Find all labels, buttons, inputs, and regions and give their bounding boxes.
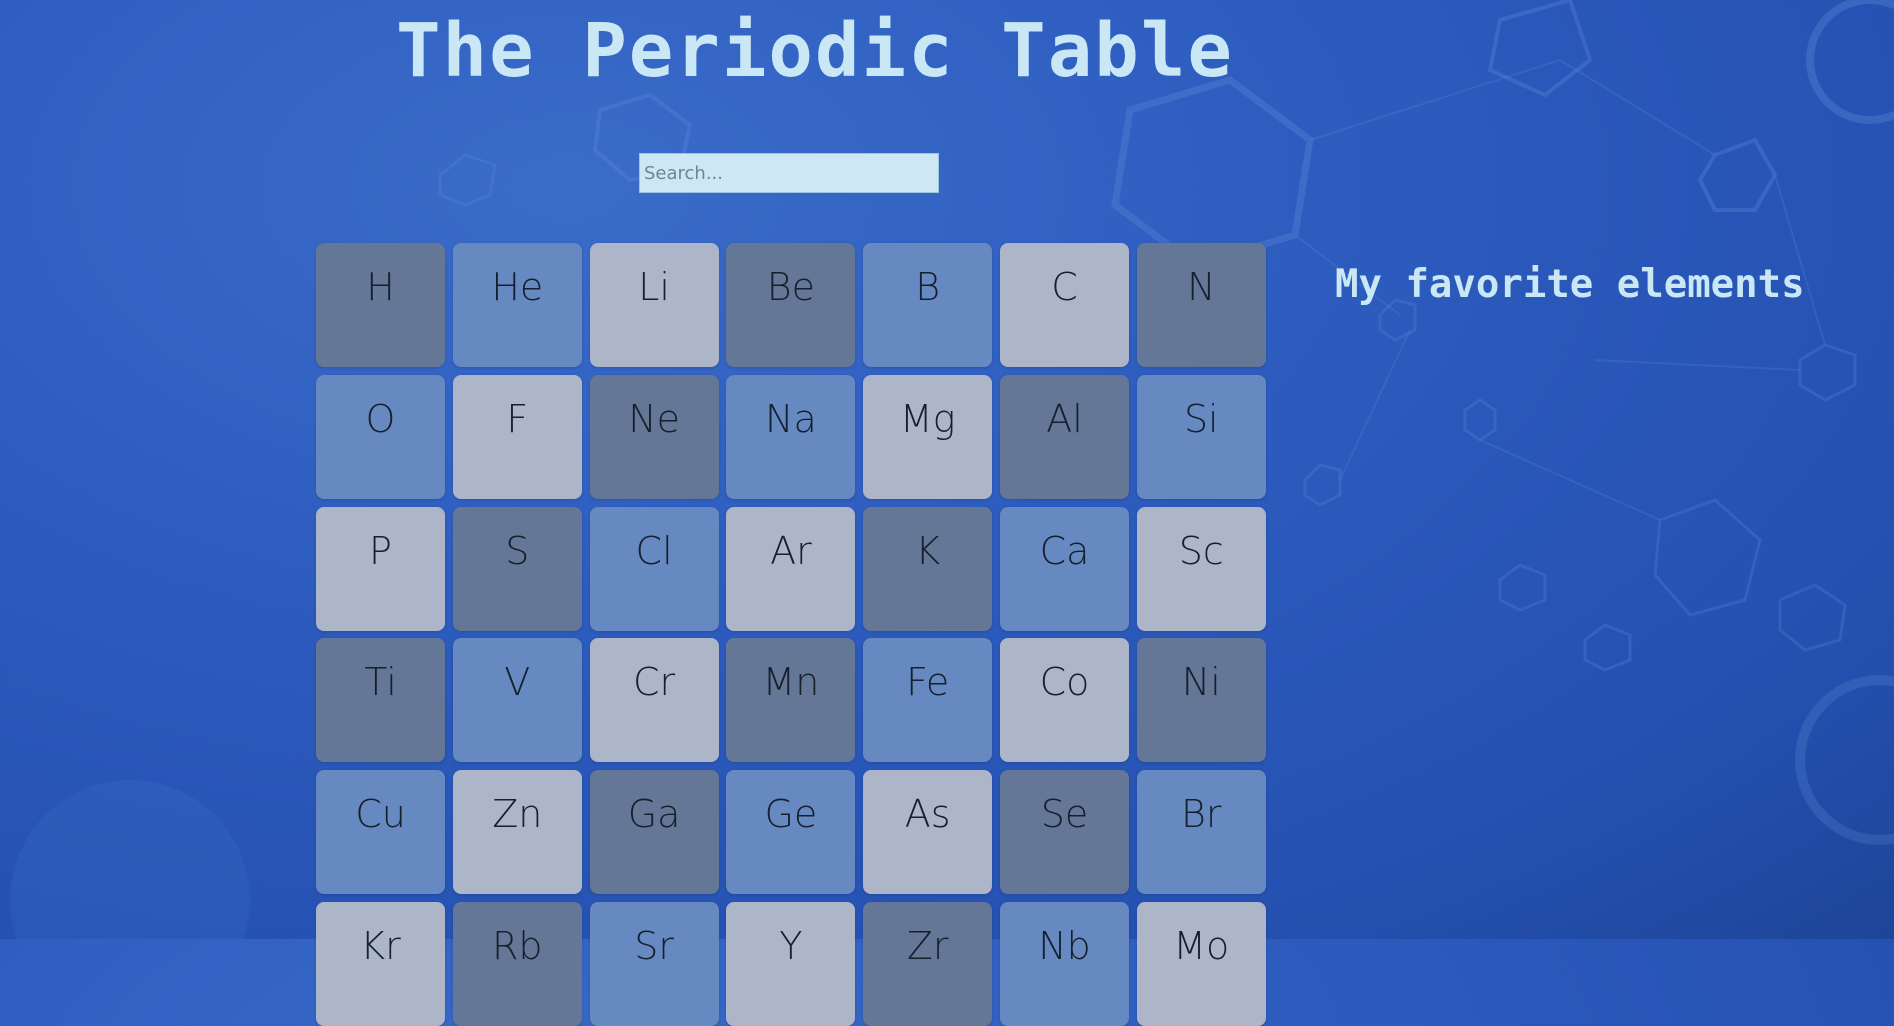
element-symbol: Y — [779, 923, 803, 968]
element-symbol: F — [506, 396, 529, 441]
element-tile-h[interactable]: H — [316, 243, 445, 367]
element-symbol: Cu — [355, 792, 406, 837]
element-symbol: He — [491, 265, 544, 309]
element-tile-p[interactable]: P — [316, 506, 445, 631]
element-symbol: Sr — [634, 923, 674, 968]
element-symbol: C — [1051, 265, 1078, 309]
element-symbol: Rb — [492, 923, 543, 968]
element-tile-ge[interactable]: Ge — [726, 770, 856, 895]
element-tile-ca[interactable]: Ca — [999, 506, 1129, 631]
element-symbol: Br — [1181, 792, 1222, 837]
element-tile-y[interactable]: Y — [726, 901, 856, 1026]
element-symbol: Cl — [635, 528, 673, 573]
element-symbol: Al — [1046, 396, 1083, 441]
element-tile-ar[interactable]: Ar — [726, 506, 856, 631]
element-tile-nb[interactable]: Nb — [999, 901, 1129, 1026]
element-symbol: Ca — [1039, 528, 1090, 573]
element-symbol: O — [365, 396, 396, 441]
element-tile-c[interactable]: C — [999, 243, 1129, 367]
element-symbol: Nb — [1038, 923, 1091, 968]
element-tile-br[interactable]: Br — [1136, 770, 1266, 895]
element-symbol: Ar — [770, 528, 812, 573]
element-tile-k[interactable]: K — [863, 506, 993, 631]
element-symbol: Fe — [906, 660, 950, 705]
element-tile-fe[interactable]: Fe — [863, 638, 993, 763]
element-tile-se[interactable]: Se — [999, 770, 1129, 895]
element-tile-cu[interactable]: Cu — [316, 770, 445, 895]
element-symbol: Sc — [1178, 528, 1224, 573]
element-tile-mo[interactable]: Mo — [1136, 901, 1266, 1026]
element-tile-rb[interactable]: Rb — [452, 901, 582, 1026]
element-symbol: Mo — [1173, 923, 1230, 968]
element-tile-ti[interactable]: Ti — [316, 638, 445, 763]
element-tile-zr[interactable]: Zr — [863, 901, 993, 1026]
element-symbol: B — [915, 265, 941, 309]
element-symbol: Si — [1183, 396, 1219, 441]
element-symbol: Be — [766, 265, 816, 309]
element-tile-ga[interactable]: Ga — [589, 770, 719, 895]
element-symbol: K — [915, 528, 941, 573]
favorites-title: My favorite elements — [1335, 262, 1805, 307]
element-symbol: V — [504, 660, 531, 705]
element-tile-v[interactable]: V — [452, 638, 582, 763]
element-tile-s[interactable]: S — [452, 506, 582, 631]
element-tile-cr[interactable]: Cr — [589, 638, 719, 763]
element-tile-ne[interactable]: Ne — [589, 374, 719, 499]
element-symbol: H — [366, 265, 395, 309]
element-symbol: Mn — [762, 660, 820, 705]
element-tile-n[interactable]: N — [1136, 243, 1266, 367]
element-tile-cl[interactable]: Cl — [589, 506, 719, 631]
element-symbol: Zr — [906, 923, 949, 968]
element-tile-sr[interactable]: Sr — [589, 901, 719, 1026]
element-tile-as[interactable]: As — [863, 770, 993, 895]
element-symbol: Ti — [364, 660, 397, 705]
element-symbol: Ga — [627, 792, 681, 837]
element-tile-li[interactable]: Li — [589, 243, 719, 367]
element-tile-sc[interactable]: Sc — [1136, 506, 1266, 631]
element-symbol: Kr — [360, 923, 401, 968]
element-symbol: As — [904, 792, 951, 837]
element-tile-si[interactable]: Si — [1136, 374, 1266, 499]
element-tile-he[interactable]: He — [452, 243, 582, 367]
element-tile-o[interactable]: O — [316, 374, 445, 499]
element-symbol: Mg — [899, 396, 956, 441]
search-input[interactable] — [639, 153, 939, 193]
element-tile-mn[interactable]: Mn — [726, 638, 856, 763]
element-symbol: Cr — [633, 660, 676, 705]
element-tile-f[interactable]: F — [452, 374, 582, 499]
element-symbol: Ni — [1181, 660, 1221, 705]
element-tile-b[interactable]: B — [863, 243, 993, 367]
element-tile-mg[interactable]: Mg — [863, 374, 993, 499]
element-tile-al[interactable]: Al — [999, 374, 1129, 499]
element-tile-co[interactable]: Co — [999, 638, 1129, 763]
page-title: The Periodic Table — [396, 8, 1234, 94]
element-symbol: P — [369, 528, 392, 573]
element-symbol: Co — [1039, 660, 1090, 705]
element-symbol: N — [1187, 265, 1216, 309]
element-tile-zn[interactable]: Zn — [452, 770, 582, 895]
element-symbol: Li — [638, 265, 670, 309]
element-symbol: Zn — [492, 792, 543, 837]
periodic-table-grid: H He Li Be B C N O F Ne Na Mg Al Si P S Cl Ar K Ca Sc Ti V Cr Mn… — [316, 243, 1266, 1026]
element-symbol: Se — [1040, 792, 1089, 837]
element-symbol: Ne — [628, 396, 680, 441]
element-symbol: Ge — [764, 792, 818, 837]
element-tile-be[interactable]: Be — [726, 243, 856, 367]
element-symbol: Na — [765, 396, 817, 441]
element-tile-kr[interactable]: Kr — [316, 901, 445, 1026]
element-tile-na[interactable]: Na — [726, 374, 856, 499]
element-tile-ni[interactable]: Ni — [1136, 638, 1266, 763]
element-symbol: S — [505, 528, 530, 573]
